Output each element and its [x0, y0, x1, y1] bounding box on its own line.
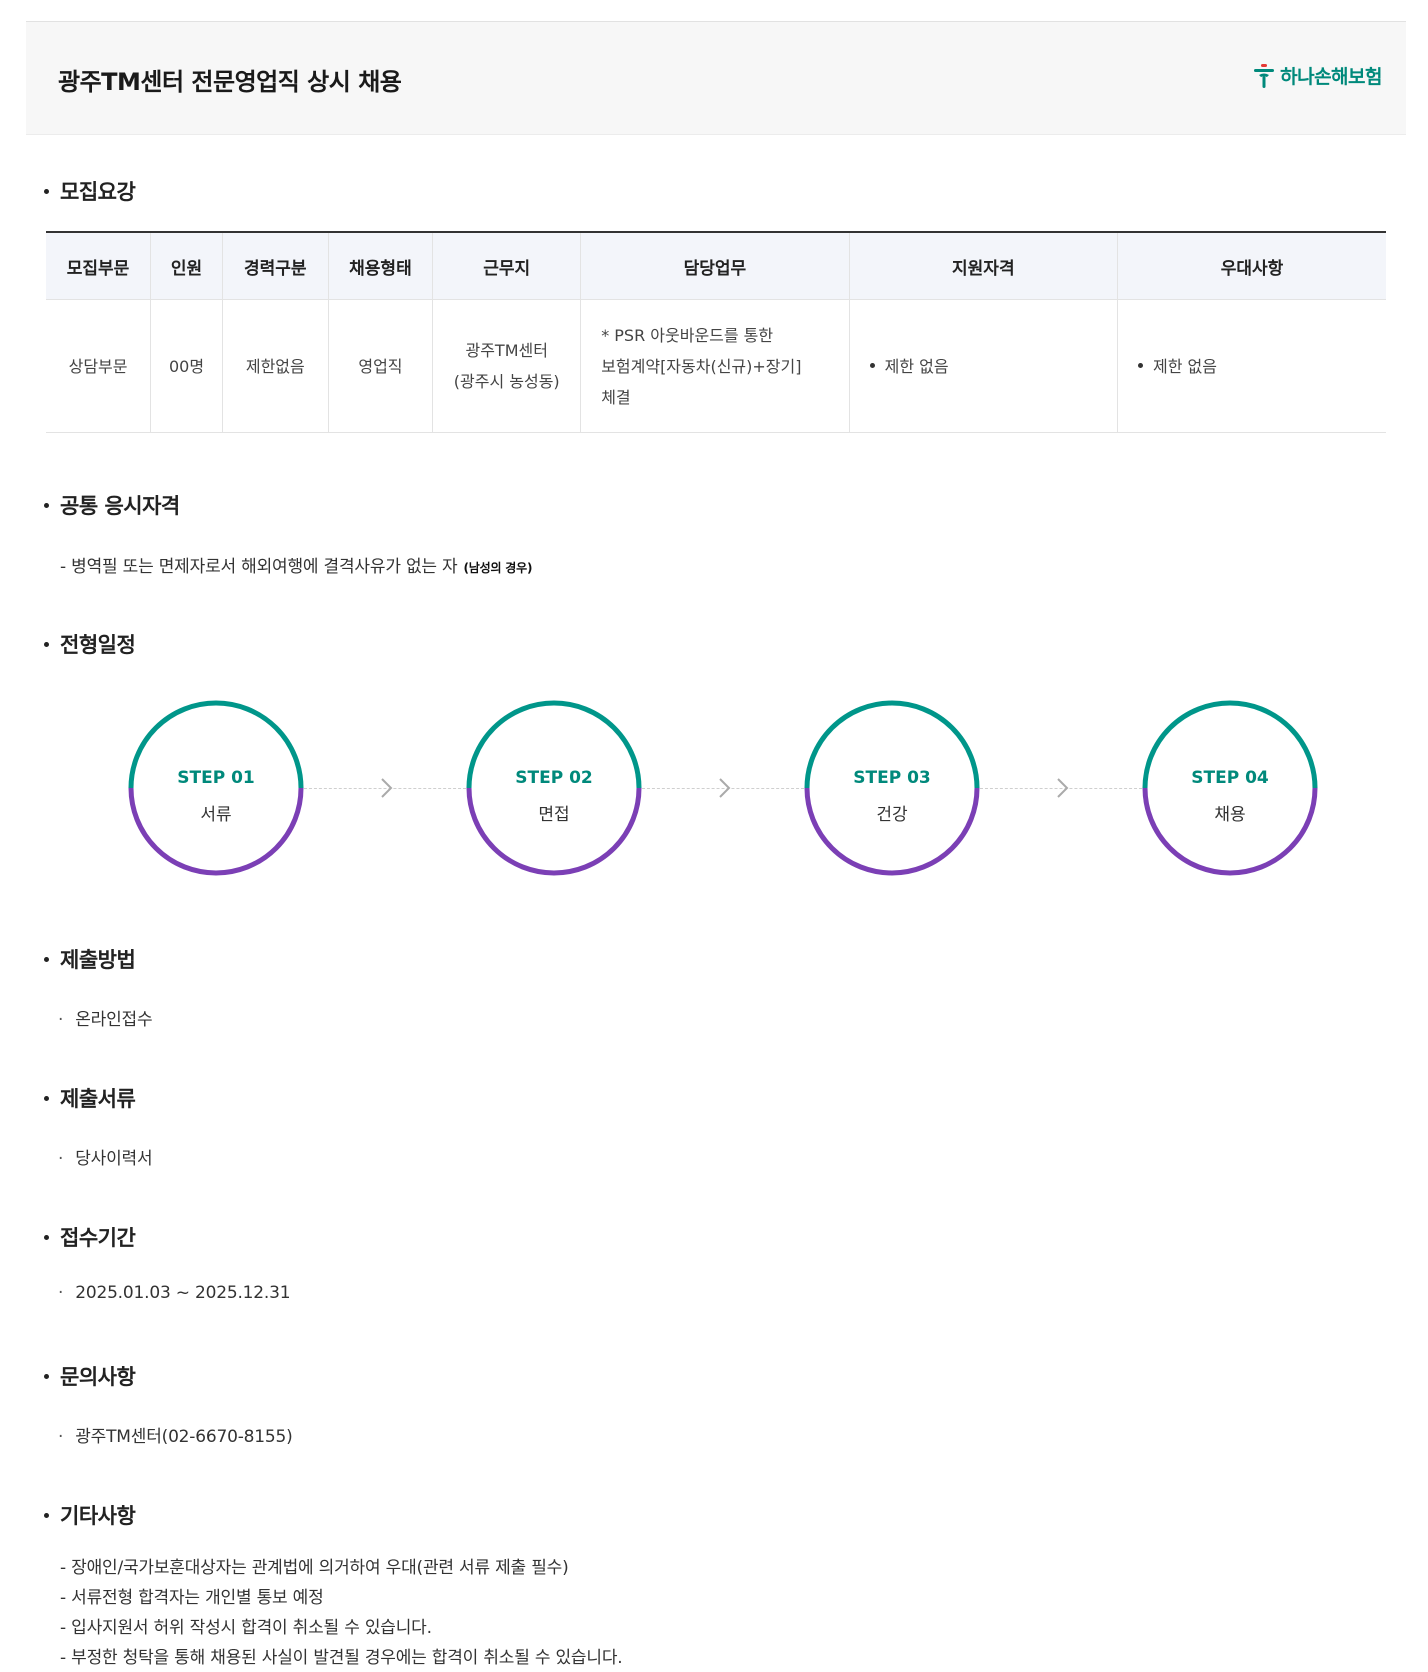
bullet-icon	[44, 641, 49, 647]
section-title-qualification: 공통 응시자격	[44, 490, 180, 520]
step-ring-icon	[466, 700, 642, 876]
schedule-steps: STEP 01 서류 STEP 02 면접 STEP 03 건강 STEP 04…	[0, 700, 1428, 890]
qualification-note: (남성의 경우)	[463, 561, 533, 575]
method-text: 온라인접수	[75, 1010, 153, 1030]
table-header-row: 모집부문 인원 경력구분 채용형태 근무지 담당업무 지원자격 우대사항	[46, 232, 1386, 300]
step-label: STEP 04	[1191, 768, 1269, 788]
page-title: 광주TM센터 전문영업직 상시 채용	[58, 68, 402, 96]
cell-headcount: 00명	[150, 299, 223, 433]
documents-line: · 당사이력서	[58, 1144, 153, 1169]
etc-item: - 부정한 청탁을 통해 채용된 사실이 발견될 경우에는 합격이 취소될 수 …	[60, 1648, 623, 1668]
list-bullet-icon	[1138, 362, 1144, 368]
section-title-documents: 제출서류	[44, 1083, 136, 1113]
col-header: 경력구분	[221, 232, 329, 300]
inquiry-line: · 광주TM센터(02-6670-8155)	[58, 1422, 293, 1447]
etc-item: - 서류전형 합격자는 개인별 통보 예정	[60, 1588, 324, 1608]
section-title-recruit: 모집요강	[44, 176, 136, 206]
etc-item: - 입사지원서 허위 작성시 합격이 취소될 수 있습니다.	[60, 1618, 432, 1638]
col-header: 인원	[150, 232, 223, 300]
cell-preference: 제한 없음	[1117, 299, 1386, 433]
etc-item: - 장애인/국가보훈대상자는 관계법에 의거하여 우대(관련 서류 제출 필수)	[60, 1558, 569, 1578]
section-title-text: 접수기간	[60, 1226, 136, 1250]
col-header: 채용형태	[327, 232, 433, 300]
bullet-icon	[44, 1512, 49, 1518]
step-ring-icon	[804, 700, 980, 876]
recruit-table: 모집부문 인원 경력구분 채용형태 근무지 담당업무 지원자격 우대사항 상담부…	[46, 231, 1386, 433]
step-ring-icon	[128, 700, 304, 876]
col-header: 모집부문	[46, 232, 151, 300]
qualification-text: 제한 없음	[884, 356, 949, 376]
cell-duty: * PSR 아웃바운드를 통한 보험계약[자동차(신규)+장기] 체결	[580, 299, 850, 433]
period-text: 2025.01.03 ~ 2025.12.31	[75, 1283, 291, 1303]
location-line: 광주TM센터	[465, 341, 548, 360]
mid-dot-icon: ·	[58, 1427, 64, 1447]
section-title-etc: 기타사항	[44, 1500, 136, 1530]
section-title-text: 문의사항	[60, 1365, 136, 1389]
section-title-text: 제출서류	[60, 1087, 136, 1111]
qualification-text: - 병역필 또는 면제자로서 해외여행에 결격사유가 없는 자	[60, 557, 458, 577]
method-line: · 온라인접수	[58, 1005, 153, 1030]
cell-location: 광주TM센터 (광주시 농성동)	[432, 299, 581, 433]
bullet-icon	[44, 1373, 49, 1379]
hana-insurance-logo[interactable]: 하나손해보험	[1252, 62, 1382, 89]
section-title-text: 제출방법	[60, 948, 136, 972]
inquiry-text: 광주TM센터(02-6670-8155)	[75, 1427, 293, 1447]
step-name: 채용	[1214, 805, 1246, 825]
cell-career: 제한없음	[221, 299, 329, 433]
bullet-icon	[44, 502, 49, 508]
cell-department: 상담부문	[46, 299, 151, 433]
section-title-text: 기타사항	[60, 1504, 136, 1528]
step-name: 서류	[200, 805, 232, 825]
col-header: 담당업무	[580, 232, 850, 300]
step-label: STEP 03	[853, 768, 931, 788]
duty-line: 체결	[601, 387, 631, 407]
chevron-right-icon	[381, 778, 393, 798]
cell-qualification: 제한 없음	[848, 299, 1118, 433]
chevron-right-icon	[1057, 778, 1069, 798]
cell-type: 영업직	[327, 299, 433, 433]
step-03: STEP 03 건강	[804, 700, 980, 876]
step-name: 건강	[876, 805, 908, 825]
section-title-text: 모집요강	[60, 180, 136, 204]
bullet-icon	[44, 1095, 49, 1101]
preference-text: 제한 없음	[1153, 356, 1217, 376]
col-header: 지원자격	[848, 232, 1118, 300]
section-title-text: 공통 응시자격	[60, 494, 180, 518]
list-bullet-icon	[869, 362, 875, 368]
page-header: 광주TM센터 전문영업직 상시 채용 하나손해보험	[26, 21, 1406, 135]
section-title-text: 전형일정	[60, 633, 136, 657]
step-04: STEP 04 채용	[1142, 700, 1318, 876]
table-row: 상담부문 00명 제한없음 영업직 광주TM센터 (광주시 농성동) * PSR…	[46, 299, 1386, 433]
step-name: 면접	[538, 805, 570, 825]
section-title-inquiry: 문의사항	[44, 1361, 136, 1391]
bullet-icon	[44, 1234, 49, 1240]
step-ring-icon	[1142, 700, 1318, 876]
bullet-icon	[44, 956, 49, 962]
documents-text: 당사이력서	[75, 1149, 153, 1169]
location-line: (광주시 농성동)	[453, 372, 560, 391]
hana-logo-icon	[1254, 63, 1275, 88]
mid-dot-icon: ·	[58, 1283, 64, 1303]
step-label: STEP 01	[177, 768, 255, 788]
mid-dot-icon: ·	[58, 1010, 64, 1030]
duty-line: 보험계약[자동차(신규)+장기]	[601, 356, 802, 376]
qualification-line: - 병역필 또는 면제자로서 해외여행에 결격사유가 없는 자 (남성의 경우)	[60, 552, 532, 577]
section-title-schedule: 전형일정	[44, 629, 136, 659]
section-title-method: 제출방법	[44, 944, 136, 974]
step-01: STEP 01 서류	[128, 700, 304, 876]
logo-text: 하나손해보험	[1280, 66, 1382, 88]
chevron-right-icon	[719, 778, 731, 798]
duty-line: * PSR 아웃바운드를 통한	[601, 325, 774, 345]
mid-dot-icon: ·	[58, 1149, 64, 1169]
col-header: 우대사항	[1117, 232, 1386, 300]
period-line: · 2025.01.03 ~ 2025.12.31	[58, 1283, 291, 1303]
step-label: STEP 02	[515, 768, 593, 788]
bullet-icon	[44, 188, 49, 194]
section-title-period: 접수기간	[44, 1222, 136, 1252]
col-header: 근무지	[432, 232, 581, 300]
step-02: STEP 02 면접	[466, 700, 642, 876]
